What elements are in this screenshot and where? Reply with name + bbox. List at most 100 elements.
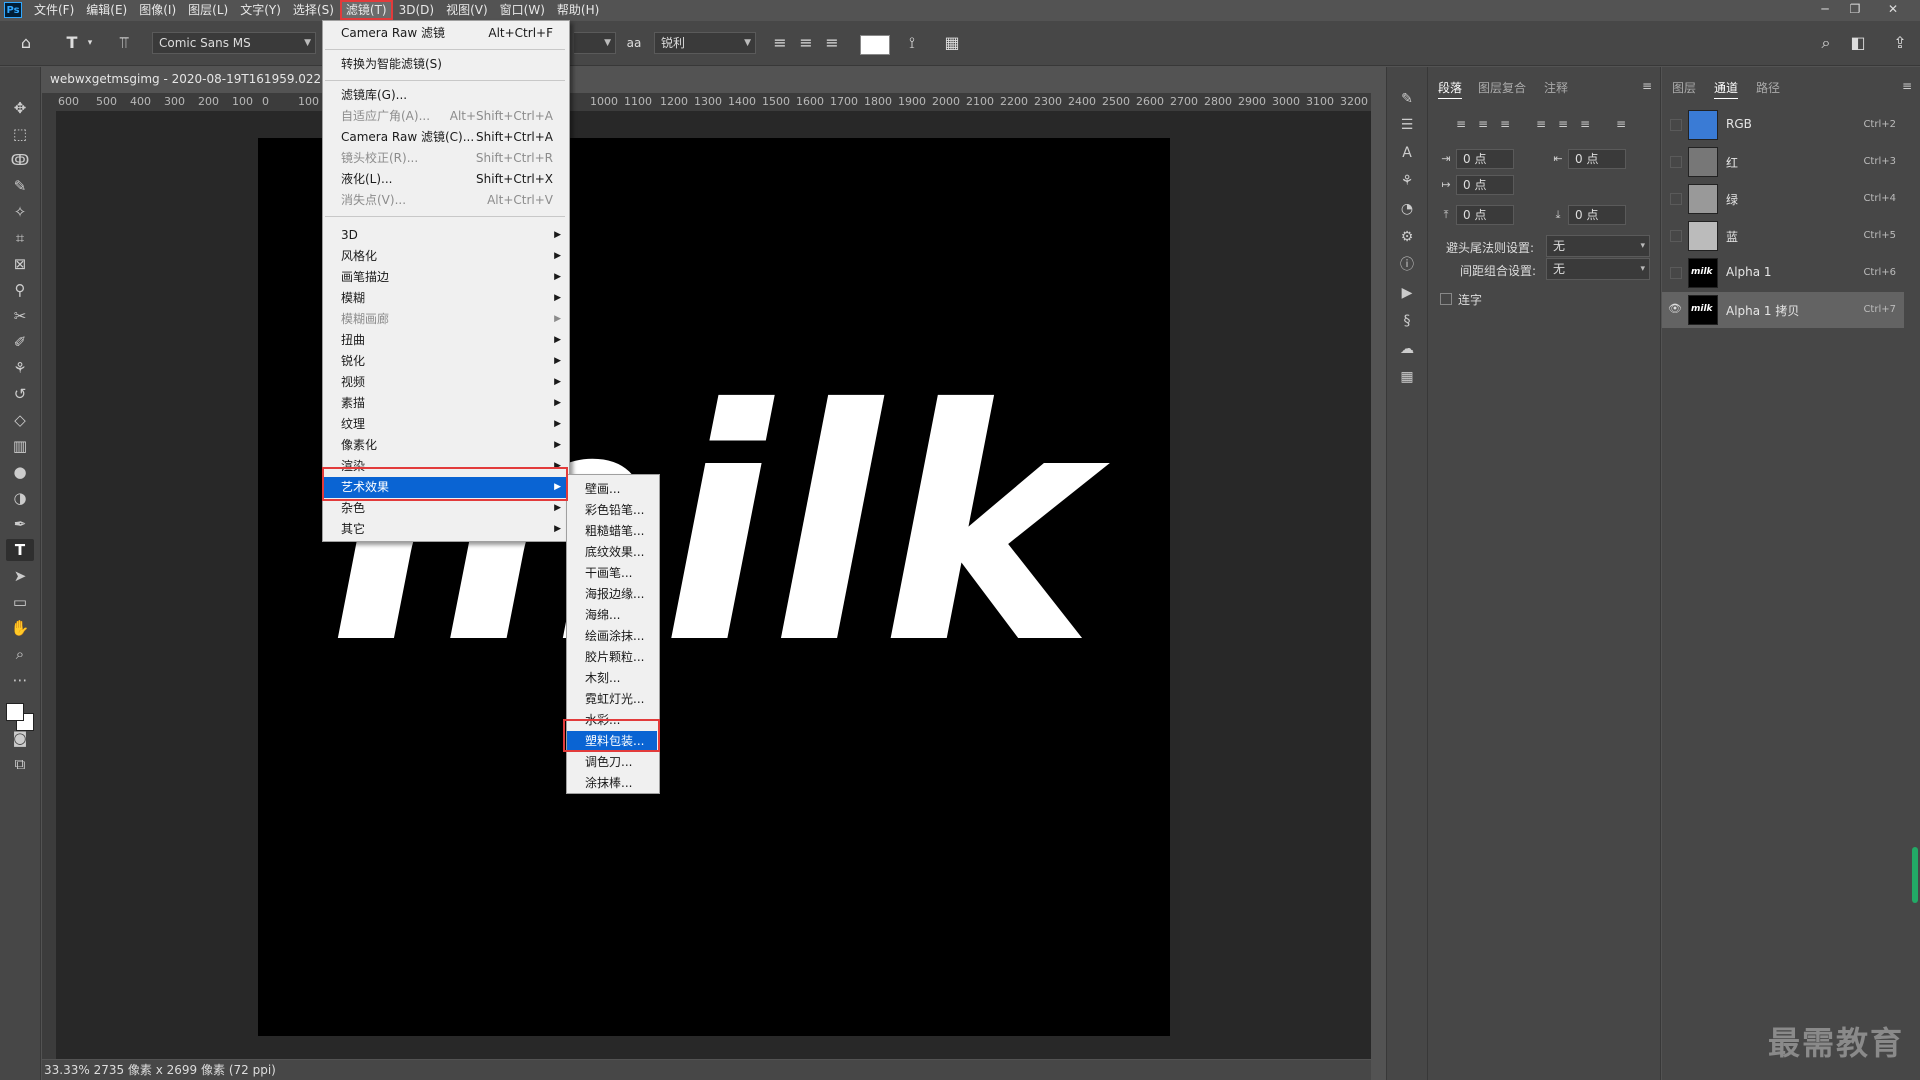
artistic-menu-item[interactable]: 粗糙蜡笔... [567, 521, 657, 542]
path-selection-icon[interactable]: ➤ [6, 565, 34, 587]
foreground-color-swatch[interactable] [6, 703, 24, 721]
menu-item-9[interactable]: 窗口(W) [494, 0, 551, 20]
type-tool-icon[interactable]: T [6, 539, 34, 561]
channel-row[interactable]: 红 Ctrl+3 [1662, 144, 1904, 180]
font-size-select[interactable]: ▼ [574, 32, 616, 54]
workspace-icon[interactable]: ◧ [1846, 31, 1870, 55]
brush-tool-icon[interactable]: ✐ [6, 331, 34, 353]
panel-menu-icon[interactable]: ≡ [1902, 79, 1912, 93]
filter-menu-item[interactable]: Camera Raw 滤镜(C)... Shift+Ctrl+A [323, 127, 567, 148]
actions-play-icon[interactable]: ▶ [1397, 283, 1417, 303]
align-right-icon[interactable]: ≡ [1496, 117, 1514, 133]
brush-settings-icon[interactable]: ✎ [1397, 89, 1417, 109]
filter-menu-item[interactable]: 纹理 ▶ [323, 414, 567, 435]
artistic-menu-item[interactable]: 底纹效果... [567, 542, 657, 563]
3d-icon[interactable]: ☁ [1397, 339, 1417, 359]
lasso-tool-icon[interactable]: ↂ [6, 149, 34, 171]
artistic-menu-item[interactable]: 涂抹棒... [567, 773, 657, 794]
eye-icon[interactable]: 👁 [1668, 302, 1682, 316]
tab-channels[interactable]: 通道 [1714, 79, 1739, 99]
filter-menu-item[interactable]: 转换为智能滤镜(S) [323, 54, 567, 75]
marquee-tool-icon[interactable]: ⬚ [6, 123, 34, 145]
filter-menu-item[interactable]: 滤镜库(G)... [323, 85, 567, 106]
menu-item-1[interactable]: 编辑(E) [80, 0, 133, 20]
eraser-tool-icon[interactable]: ◇ [6, 409, 34, 431]
menu-item-6[interactable]: 滤镜(T) [339, 0, 393, 20]
filter-menu-item[interactable]: 锐化 ▶ [323, 351, 567, 372]
antialias-select[interactable]: 锐利 ▼ [654, 32, 756, 54]
clone-source-icon[interactable]: ⚘ [1397, 171, 1417, 191]
align-left-icon[interactable]: ≡ [768, 31, 792, 55]
indent-left-field[interactable]: 0 点 [1456, 149, 1514, 169]
minimize-icon[interactable]: ─ [1812, 0, 1838, 18]
gradient-tool-icon[interactable]: ▥ [6, 435, 34, 457]
menu-item-5[interactable]: 选择(S) [287, 0, 340, 20]
tab-notes[interactable]: 注释 [1544, 79, 1568, 96]
visibility-toggle[interactable] [1670, 230, 1682, 242]
character-panel-icon[interactable]: ▦ [940, 31, 964, 55]
glyphs-icon[interactable]: § [1397, 311, 1417, 331]
filter-menu-item[interactable]: 其它 ▶ [323, 519, 567, 540]
filter-menu-item[interactable]: 画笔描边 ▶ [323, 267, 567, 288]
character-icon[interactable]: A [1397, 143, 1417, 163]
indent-first-line-field[interactable]: 0 点 [1456, 175, 1514, 195]
channel-row[interactable]: 蓝 Ctrl+5 [1662, 218, 1904, 254]
align-left-icon[interactable]: ≡ [1452, 117, 1470, 133]
adjustments-icon[interactable]: ☰ [1397, 115, 1417, 135]
artistic-menu-item[interactable]: 调色刀... [567, 752, 657, 773]
filter-menu-item[interactable]: 模糊画廊 ▶ [323, 309, 567, 330]
search-icon[interactable]: ⌕ [1814, 31, 1838, 55]
filter-menu-item[interactable]: 液化(L)... Shift+Ctrl+X [323, 169, 567, 190]
tab-layer-comps[interactable]: 图层复合 [1478, 79, 1526, 96]
toggle-text-orientation-icon[interactable]: ⫪ [112, 31, 136, 55]
kinsoku-select[interactable]: 无 ▾ [1546, 235, 1650, 257]
screen-mode-icon[interactable]: ⧉ [6, 753, 34, 775]
font-family-select[interactable]: Comic Sans MS ▼ [152, 32, 316, 54]
history-icon[interactable]: ◔ [1397, 199, 1417, 219]
visibility-toggle[interactable] [1670, 193, 1682, 205]
justify-left-icon[interactable]: ≡ [1532, 117, 1550, 133]
rectangle-tool-icon[interactable]: ▭ [6, 591, 34, 613]
filter-menu-item[interactable]: 视频 ▶ [323, 372, 567, 393]
visibility-toggle[interactable] [1670, 156, 1682, 168]
align-right-icon[interactable]: ≡ [820, 31, 844, 55]
mojikumi-select[interactable]: 无 ▾ [1546, 258, 1650, 280]
share-icon[interactable]: ⇪ [1888, 31, 1912, 55]
eyedropper-icon[interactable]: ⚲ [6, 279, 34, 301]
filter-menu-item[interactable]: 扭曲 ▶ [323, 330, 567, 351]
space-before-field[interactable]: 0 点 [1456, 205, 1514, 225]
channel-row[interactable]: RGB Ctrl+2 [1662, 107, 1904, 143]
menu-item-7[interactable]: 3D(D) [393, 0, 440, 20]
artistic-menu-item[interactable]: 木刻... [567, 668, 657, 689]
quick-selection-icon[interactable]: ✎ [6, 175, 34, 197]
hyphenate-checkbox[interactable] [1440, 293, 1452, 305]
tab-paths[interactable]: 路径 [1756, 79, 1780, 96]
quick-mask-icon[interactable]: ◙ [6, 727, 34, 749]
warp-text-icon[interactable]: ⟟ [900, 31, 924, 55]
chevron-down-icon[interactable]: ▾ [78, 31, 102, 55]
text-color-swatch[interactable] [860, 35, 890, 55]
properties-icon[interactable]: ⚙ [1397, 227, 1417, 247]
home-icon[interactable]: ⌂ [14, 31, 38, 55]
document-tab[interactable]: webwxgetmsgimg - 2020-08-19T161959.022.j… [42, 67, 342, 91]
clone-stamp-icon[interactable]: ⚘ [6, 357, 34, 379]
align-center-icon[interactable]: ≡ [1474, 117, 1492, 133]
align-center-icon[interactable]: ≡ [794, 31, 818, 55]
magic-wand-icon[interactable]: ✧ [6, 201, 34, 223]
channel-row[interactable]: 👁 milk Alpha 1 拷贝 Ctrl+7 [1662, 292, 1904, 328]
filter-menu-item[interactable]: 像素化 ▶ [323, 435, 567, 456]
menu-item-3[interactable]: 图层(L) [182, 0, 234, 20]
dodge-tool-icon[interactable]: ◑ [6, 487, 34, 509]
restore-icon[interactable]: ❐ [1842, 0, 1868, 18]
zoom-tool-icon[interactable]: ⌕ [6, 643, 34, 665]
indent-right-field[interactable]: 0 点 [1568, 149, 1626, 169]
frame-tool-icon[interactable]: ⊠ [6, 253, 34, 275]
menu-item-0[interactable]: 文件(F) [28, 0, 80, 20]
justify-right-icon[interactable]: ≡ [1576, 117, 1594, 133]
filter-menu-item[interactable]: 杂色 ▶ [323, 498, 567, 519]
filter-menu-item[interactable]: 3D ▶ [323, 225, 567, 246]
more-tools-icon[interactable]: ⋯ [6, 669, 34, 691]
menu-item-10[interactable]: 帮助(H) [551, 0, 605, 20]
artistic-menu-item[interactable]: 霓虹灯光... [567, 689, 657, 710]
filter-menu-item[interactable]: 素描 ▶ [323, 393, 567, 414]
